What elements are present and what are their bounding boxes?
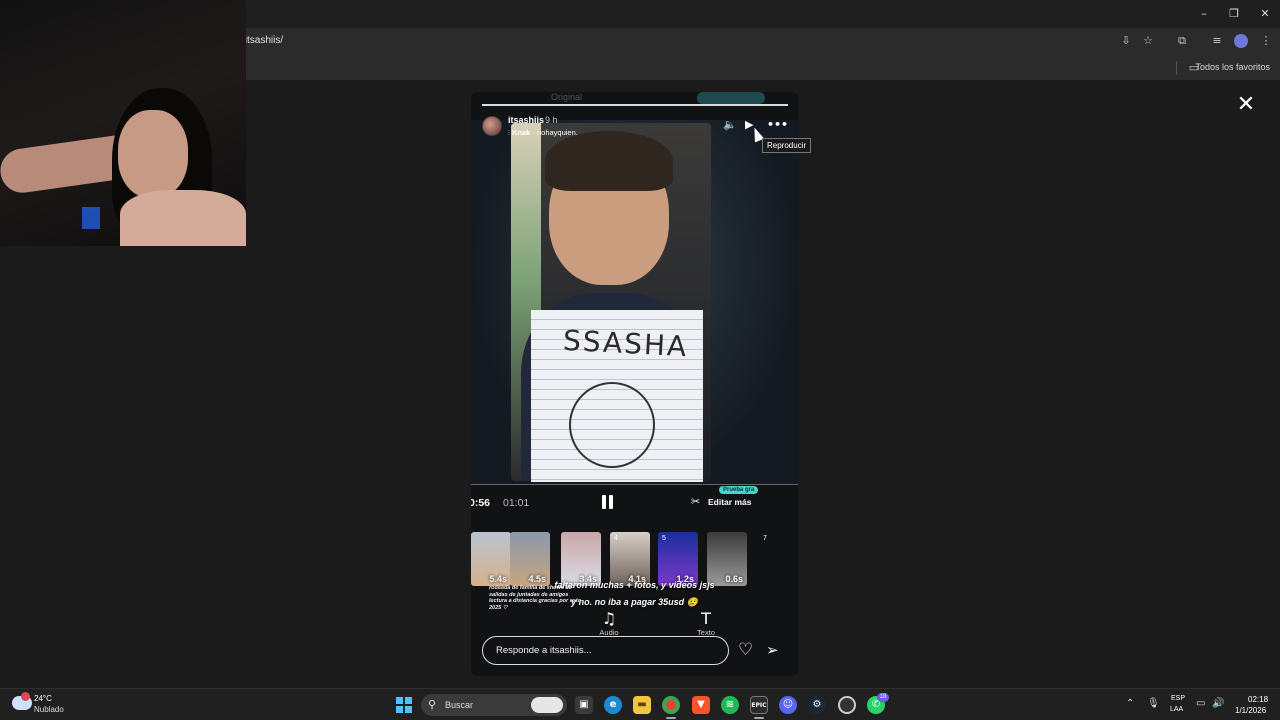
story-side-note: rodeada de familia de shows de salidas d… (489, 585, 582, 611)
speaker-icon[interactable]: 🔊 (1212, 698, 1224, 709)
webcam-blue-light (82, 207, 100, 229)
edge-icon[interactable]: e (604, 696, 622, 714)
url-text[interactable]: /itsashiis/ (242, 35, 283, 46)
close-story-icon[interactable]: ✕ (1234, 93, 1258, 117)
song-title: nohayquien. (536, 128, 578, 137)
text-icon: T (701, 609, 711, 628)
keyboard-layout[interactable]: LAA (1170, 706, 1183, 713)
thumbnail-index: 5 (662, 535, 666, 542)
current-time: 0:56 (471, 497, 491, 509)
close-window-icon[interactable]: ✕ (1257, 6, 1273, 22)
profile-avatar-icon[interactable] (1234, 34, 1248, 48)
reply-input[interactable]: Responde a itsashiis... (482, 636, 729, 665)
taskbar-search[interactable]: ⚲ Buscar (421, 694, 567, 716)
bookmarks-divider (1176, 61, 1177, 75)
weather-alert-badge (21, 692, 30, 701)
thumbnail-index: 4 (614, 535, 618, 542)
network-icon[interactable]: ▭ (1196, 698, 1205, 709)
story-card: Original SSASHA itsashiis 9 h ⫶ Knak · n… (471, 92, 798, 676)
more-options-icon[interactable]: ••• (767, 118, 788, 131)
microphone-icon[interactable]: 🎙 (1147, 698, 1160, 709)
all-bookmarks-link[interactable]: Todos los favoritos (1195, 62, 1270, 72)
edit-more-button[interactable]: Editar más (708, 497, 751, 507)
paper-drawing (569, 382, 655, 468)
language-indicator[interactable]: ESP (1171, 695, 1185, 702)
thumbnail[interactable]: 1.2s 5 (658, 532, 698, 586)
webcam-overlay (0, 0, 246, 246)
timeline-scrubber[interactable] (471, 484, 798, 485)
windows-start-icon[interactable] (396, 697, 412, 713)
brave-icon[interactable]: ▼ (692, 696, 710, 714)
reply-placeholder: Responde a itsashiis... (496, 645, 592, 656)
thumbnail-index: 7 (763, 535, 767, 542)
music-note-icon: ♫ (601, 609, 617, 628)
username[interactable]: itsashiis (508, 115, 544, 125)
text-tool[interactable]: T Texto (686, 609, 726, 638)
song-label[interactable]: ⫶ Knak · nohayquien. (508, 128, 578, 138)
clock-time[interactable]: 02:18 (1248, 695, 1268, 704)
search-label: Buscar (445, 700, 474, 710)
scissors-icon[interactable]: ✂ (691, 495, 700, 508)
ghost-tab-original: Original (551, 92, 583, 102)
menu-kebab-icon[interactable]: ⋮ (1259, 34, 1273, 48)
epic-games-icon[interactable]: EPIC (750, 696, 768, 714)
video-kid-hair (545, 131, 673, 191)
play-tooltip: Reproducir (762, 138, 812, 153)
media-control-icon[interactable]: ≡ (1210, 34, 1224, 48)
minimize-icon[interactable]: – (1196, 6, 1212, 22)
clock-date[interactable]: 1/1/2026 (1235, 706, 1266, 715)
story-video[interactable]: SSASHA (471, 120, 798, 484)
thumbnail[interactable]: 4.1s 4 (610, 532, 650, 586)
chevron-up-icon[interactable]: ⌃ (1126, 698, 1134, 709)
audio-tool[interactable]: ♫ Audio (589, 609, 629, 638)
user-avatar[interactable] (482, 116, 502, 136)
webcam-face (118, 110, 188, 198)
song-artist: Knak (511, 128, 531, 137)
edit-bar: 0:56 01:01 ✂ Editar más Prueba gra (471, 484, 798, 524)
notification-badge: 18 (877, 693, 889, 702)
volume-icon[interactable]: 🔈 (723, 118, 737, 131)
send-icon[interactable]: ➢ (766, 641, 779, 659)
spotify-icon[interactable]: ≋ (721, 696, 739, 714)
weather-condition[interactable]: Nublado (34, 705, 64, 714)
pause-icon[interactable] (601, 495, 615, 509)
bookmark-star-icon[interactable]: ☆ (1141, 34, 1155, 48)
steam-icon[interactable]: ⚙ (808, 696, 826, 714)
trial-badge: Prueba gra (719, 486, 759, 494)
taskbar: 24°C Nublado ⚲ Buscar ▣ e ▬ ▼ ≋ EPIC ☺ ⚙… (0, 688, 1280, 720)
chrome-icon[interactable] (662, 696, 680, 714)
task-view-icon[interactable]: ▣ (575, 696, 593, 714)
epic-active-indicator (754, 717, 764, 719)
install-app-icon[interactable]: ⇩ (1119, 34, 1133, 48)
search-highlight-art (531, 697, 563, 713)
temperature[interactable]: 24°C (34, 694, 52, 703)
duration: 01:01 (503, 497, 530, 509)
heart-icon[interactable]: ♡ (738, 641, 753, 659)
file-explorer-icon[interactable]: ▬ (633, 696, 651, 714)
restore-icon[interactable]: ❐ (1226, 6, 1242, 22)
post-time: 9 h (545, 115, 558, 125)
circle-app-icon[interactable] (838, 696, 856, 714)
chrome-active-indicator (666, 717, 676, 719)
paper-sign-text: SSASHA (562, 323, 689, 364)
thumbnail[interactable]: 4.5s (510, 532, 550, 586)
story-progress-bar (482, 104, 788, 106)
webcam-shoulder (120, 190, 246, 246)
ghost-pill (697, 92, 765, 104)
discord-icon[interactable]: ☺ (779, 696, 797, 714)
thumbnail[interactable]: 5.4s (471, 532, 511, 586)
thumbnail[interactable]: 3.4s (561, 532, 601, 586)
thumbnail[interactable]: 0.6s (707, 532, 747, 586)
search-icon: ⚲ (428, 698, 437, 711)
extensions-icon[interactable]: ⧉ (1175, 34, 1189, 48)
